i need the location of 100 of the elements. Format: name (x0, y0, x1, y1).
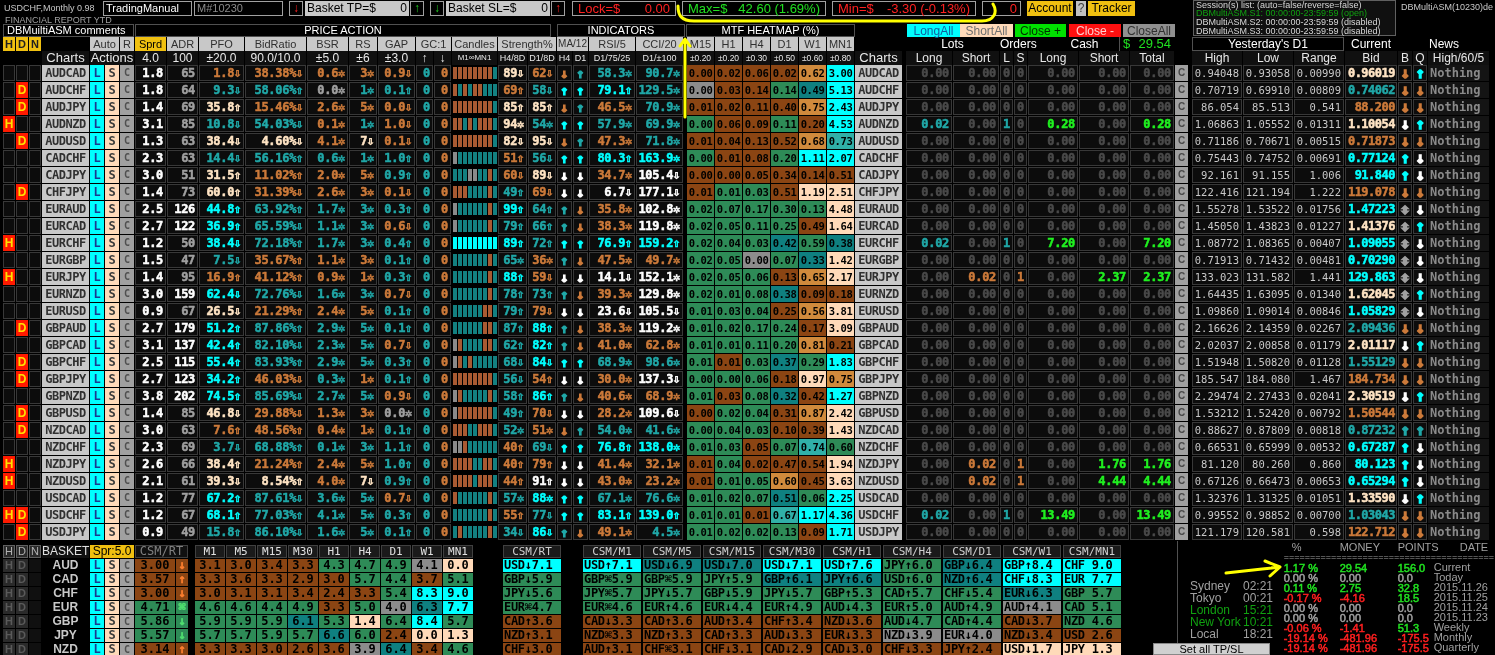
row-short-button[interactable]: S (105, 218, 119, 234)
row-long-button[interactable]: L (90, 116, 104, 132)
flag-toggle[interactable]: N (29, 37, 41, 51)
row-short-button[interactable]: S (105, 201, 119, 217)
arrow-button[interactable]: ↑ (551, 0, 565, 16)
row-short-button[interactable]: S (105, 587, 119, 600)
row-close-button[interactable]: C (1175, 405, 1188, 421)
row-short-button[interactable]: S (105, 439, 119, 455)
pair-button[interactable]: CHFJPY (42, 184, 89, 200)
flag-toggle[interactable]: H (3, 545, 15, 558)
take-profit-field[interactable]: Basket TP=$ 0 (305, 0, 409, 16)
row-long-button[interactable]: L (90, 252, 104, 268)
row-long-button[interactable]: L (90, 405, 104, 421)
pair-button[interactable]: EURUSD (855, 303, 902, 319)
row-long-button[interactable]: L (90, 286, 104, 302)
row-long-button[interactable]: L (90, 439, 104, 455)
tracker-button[interactable]: Tracker (1088, 0, 1135, 16)
flag-toggle[interactable]: D (16, 545, 28, 558)
pair-button[interactable]: GBPUSD (855, 405, 902, 421)
arrow-button[interactable]: ↓ (430, 0, 444, 16)
text-field[interactable]: TradingManual (103, 0, 192, 16)
row-short-button[interactable]: S (105, 150, 119, 166)
row-long-button[interactable]: L (90, 82, 104, 98)
row-long-button[interactable]: L (90, 473, 104, 489)
row-close-button[interactable]: C (1175, 507, 1188, 523)
pair-button[interactable]: AUDNZD (42, 116, 89, 132)
row-close-button[interactable]: C (1175, 490, 1188, 506)
pair-button[interactable]: AUDCHF (42, 82, 89, 98)
pair-button[interactable]: USDCAD (855, 490, 902, 506)
row-short-button[interactable]: S (105, 167, 119, 183)
reset-button[interactable]: R (120, 37, 134, 51)
row-close-button[interactable]: C (1175, 524, 1188, 540)
row-long-button[interactable]: L (90, 559, 104, 572)
row-short-button[interactable]: S (105, 601, 119, 614)
row-long-button[interactable]: L (90, 456, 104, 472)
row-short-button[interactable]: S (105, 82, 119, 98)
pair-button[interactable]: GBPJPY (855, 371, 902, 387)
pair-button[interactable]: GBPUSD (42, 405, 89, 421)
row-short-button[interactable]: S (105, 629, 119, 642)
row-close-button[interactable]: C (1175, 422, 1188, 438)
account-field[interactable]: M#10230 (194, 0, 283, 16)
column-header[interactable]: D1 (771, 37, 798, 51)
row-long-button[interactable]: L (90, 388, 104, 404)
row-short-button[interactable]: S (105, 252, 119, 268)
row-short-button[interactable]: S (105, 235, 119, 251)
column-header[interactable]: Candles (452, 37, 497, 51)
pair-button[interactable]: NZDUSD (42, 473, 89, 489)
row-short-button[interactable]: S (105, 116, 119, 132)
row-short-button[interactable]: S (105, 354, 119, 370)
row-close-button[interactable]: C (1175, 320, 1188, 336)
column-header[interactable]: RSI/5 (589, 37, 635, 51)
row-close-button[interactable]: C (1175, 371, 1188, 387)
column-header[interactable]: CCI/20 (636, 37, 683, 51)
pair-button[interactable]: NZDCHF (42, 439, 89, 455)
row-close-button[interactable]: C (1175, 456, 1188, 472)
column-header[interactable]: MN1 (827, 37, 854, 51)
row-short-button[interactable]: S (105, 615, 119, 628)
column-header[interactable]: H4 (743, 37, 770, 51)
row-long-button[interactable]: L (90, 371, 104, 387)
column-header[interactable]: Strength% (498, 37, 556, 51)
row-long-button[interactable]: L (90, 269, 104, 285)
short-all-button[interactable]: ShortAll (960, 24, 1013, 37)
pair-button[interactable]: EURCHF (42, 235, 89, 251)
row-close-button[interactable]: C (1175, 269, 1188, 285)
row-long-button[interactable]: L (90, 201, 104, 217)
row-close-button[interactable]: C (1175, 252, 1188, 268)
pair-button[interactable]: AUDNZD (855, 116, 902, 132)
pair-button[interactable]: NZDJPY (42, 456, 89, 472)
spread-button[interactable]: Spr:5.0 (90, 545, 134, 558)
row-close-button[interactable]: C (1175, 184, 1188, 200)
pair-button[interactable]: EURGBP (855, 252, 902, 268)
row-close-button[interactable]: C (1175, 388, 1188, 404)
row-long-button[interactable]: L (90, 235, 104, 251)
pair-button[interactable]: CHFJPY (855, 184, 902, 200)
row-short-button[interactable]: S (105, 286, 119, 302)
row-short-button[interactable]: S (105, 320, 119, 336)
pair-button[interactable]: GBPCHF (855, 354, 902, 370)
pair-button[interactable]: EURGBP (42, 252, 89, 268)
pair-button[interactable]: USDCHF (855, 507, 902, 523)
row-short-button[interactable]: S (105, 371, 119, 387)
column-header[interactable]: W1 (799, 37, 826, 51)
row-close-button[interactable]: C (1175, 303, 1188, 319)
pair-button[interactable]: GBPJPY (42, 371, 89, 387)
row-close-button[interactable]: C (1175, 133, 1188, 149)
row-long-button[interactable]: L (90, 320, 104, 336)
pair-button[interactable]: NZDUSD (855, 473, 902, 489)
row-short-button[interactable]: S (105, 388, 119, 404)
pair-button[interactable]: NZDCAD (855, 422, 902, 438)
row-close-button[interactable]: C (1175, 150, 1188, 166)
row-short-button[interactable]: S (105, 133, 119, 149)
row-long-button[interactable]: L (90, 524, 104, 540)
pair-button[interactable]: EURJPY (855, 269, 902, 285)
pair-button[interactable]: USDCHF (42, 507, 89, 523)
pair-button[interactable]: AUDCHF (855, 82, 902, 98)
row-close-button[interactable]: C (1175, 218, 1188, 234)
pair-button[interactable]: CADJPY (855, 167, 902, 183)
auto-button[interactable]: Auto (90, 37, 119, 51)
pair-button[interactable]: AUDJPY (855, 99, 902, 115)
row-close-button[interactable]: C (1175, 473, 1188, 489)
row-short-button[interactable]: S (105, 303, 119, 319)
